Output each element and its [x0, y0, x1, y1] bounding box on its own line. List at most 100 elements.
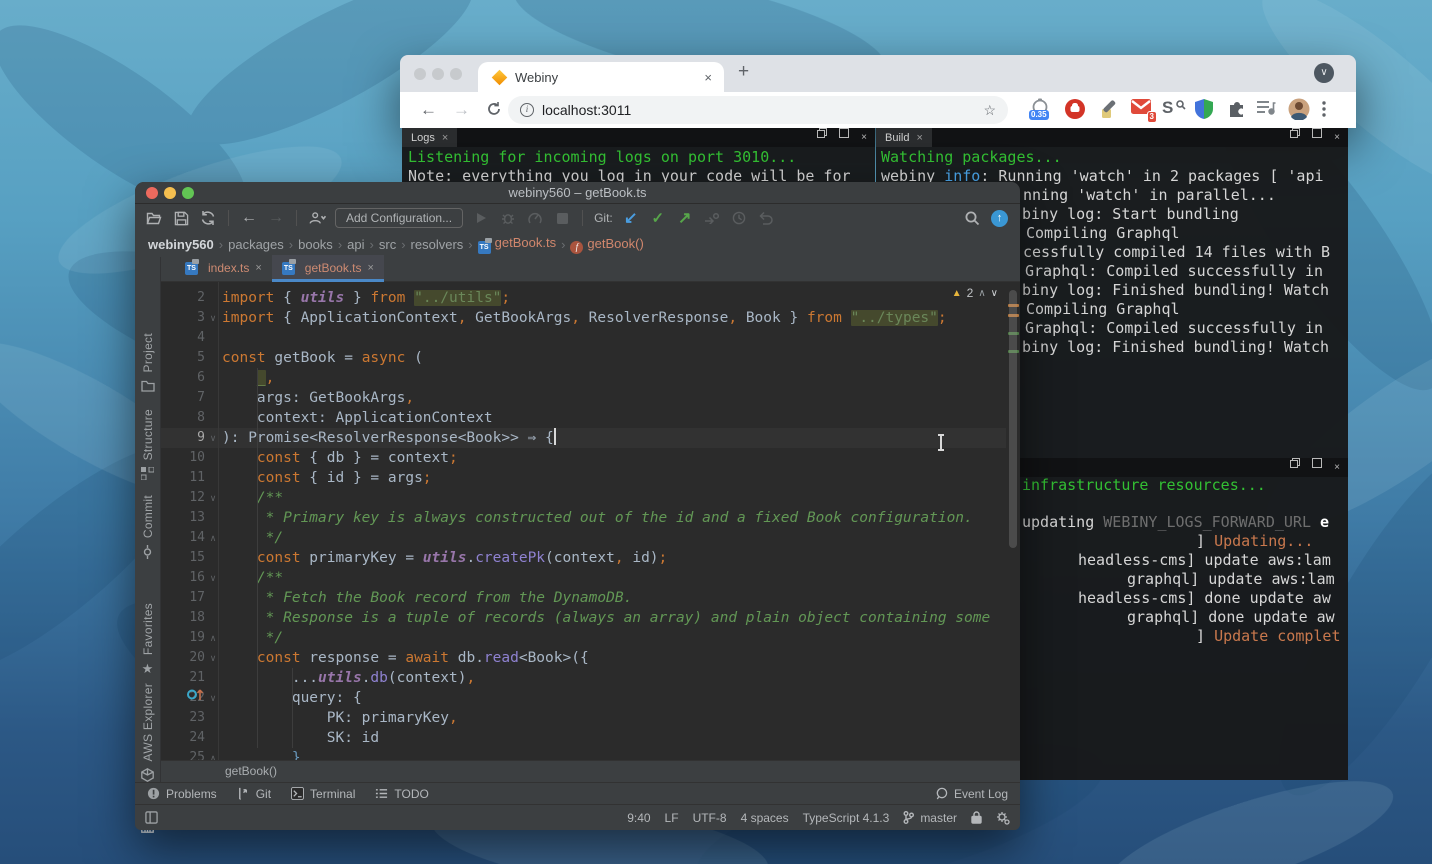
gutter-line-number[interactable]: 12 — [161, 488, 205, 508]
cherry-pick-icon[interactable] — [703, 209, 721, 227]
status-item[interactable]: 4 spaces — [741, 811, 789, 825]
fold-marker-icon[interactable]: ∨ — [205, 648, 221, 668]
breadcrumb-item[interactable]: packages — [228, 237, 284, 252]
toolwindow-event-log[interactable]: Event Log — [935, 787, 1008, 801]
breadcrumb-item[interactable]: resolvers — [411, 237, 464, 252]
fold-marker-icon[interactable]: ∧ — [205, 628, 221, 648]
git-update-icon[interactable]: ↙ — [622, 209, 640, 227]
browser-minimize-button[interactable] — [432, 68, 444, 80]
rollback-icon[interactable] — [757, 209, 775, 227]
address-bar[interactable]: i localhost:3011 ☆ — [508, 96, 1008, 124]
toolwindow-problems[interactable]: Problems — [147, 787, 217, 801]
tab-close-icon[interactable]: × — [255, 262, 261, 274]
adblock-extension-icon[interactable] — [1064, 98, 1088, 122]
editor[interactable]: 23∨456789∨101112∨1314∧1516∨171819∧20∨212… — [161, 282, 1020, 760]
stop-icon[interactable] — [553, 209, 571, 227]
fold-marker-icon[interactable]: ∨ — [205, 568, 221, 588]
session-extension-icon[interactable]: S — [1162, 98, 1186, 122]
sidebar-item-project[interactable]: Project — [135, 333, 160, 393]
gutter-line-number[interactable]: 7 — [161, 388, 205, 408]
forward-button[interactable]: → — [453, 100, 470, 120]
maximize-icon[interactable] — [1312, 128, 1322, 147]
breadcrumb-file[interactable]: TSgetBook.ts — [478, 235, 556, 254]
navigate-back-icon[interactable]: ← — [240, 209, 258, 227]
gutter-line-number[interactable]: 16 — [161, 568, 205, 588]
search-everywhere-icon[interactable] — [963, 209, 981, 227]
site-info-icon[interactable]: i — [520, 103, 534, 117]
browser-zoom-button[interactable] — [450, 68, 462, 80]
status-item[interactable]: UTF-8 — [693, 811, 727, 825]
run-icon[interactable] — [472, 209, 490, 227]
restore-icon[interactable] — [817, 128, 827, 147]
ide-update-notification-icon[interactable]: ↑ — [991, 210, 1008, 227]
gutter-line-number[interactable]: 3 — [161, 308, 205, 328]
breadcrumb-item[interactable]: src — [379, 237, 396, 252]
shield-extension-icon[interactable] — [1194, 98, 1218, 122]
browser-close-button[interactable] — [414, 68, 426, 80]
gutter-line-number[interactable]: 9 — [161, 428, 205, 448]
history-icon[interactable] — [730, 209, 748, 227]
gutter-line-number[interactable]: 6 — [161, 368, 205, 388]
gutter-line-number[interactable]: 11 — [161, 468, 205, 488]
gutter-line-number[interactable]: 13 — [161, 508, 205, 528]
toolwindow-git[interactable]: Git — [237, 787, 271, 801]
tab-close-icon[interactable]: × — [442, 132, 448, 144]
close-icon[interactable]: × — [861, 128, 867, 147]
sidebar-item-favorites[interactable]: Favorites★ — [135, 603, 160, 676]
editor-tab-getBook-ts[interactable]: TSgetBook.ts× — [272, 255, 384, 281]
browser-tab-webiny[interactable]: Webiny × — [478, 62, 724, 92]
breadcrumb-item[interactable]: webiny560 — [148, 237, 214, 252]
fold-marker-icon[interactable]: ∧ — [205, 748, 221, 760]
gutter-line-number[interactable]: 19 — [161, 628, 205, 648]
profiler-icon[interactable] — [526, 209, 544, 227]
sidebar-item-aws-explorer[interactable]: AWS Explorer — [135, 683, 160, 783]
prev-issue-icon[interactable]: ∧ — [978, 288, 985, 299]
breadcrumb-symbol[interactable]: fgetBook() — [570, 236, 643, 254]
fold-marker-icon[interactable]: ∧ — [205, 528, 221, 548]
tab-close-icon[interactable]: × — [702, 70, 714, 85]
editor-bottom-breadcrumb[interactable]: getBook() — [161, 760, 1020, 782]
git-commit-icon[interactable]: ✓ — [649, 209, 667, 227]
terminal-tab-logs[interactable]: Logs× — [402, 128, 457, 147]
editor-scrollbar[interactable] — [1009, 290, 1017, 548]
gutter-line-number[interactable]: 2 — [161, 288, 205, 308]
user-settings-icon[interactable] — [308, 209, 326, 227]
timer-extension-icon[interactable]: 0.35 — [1030, 98, 1054, 122]
browser-menu-icon[interactable] — [1322, 101, 1346, 125]
open-folder-icon[interactable] — [145, 209, 163, 227]
toolwindow-terminal[interactable]: Terminal — [291, 787, 355, 801]
gutter-line-number[interactable]: 15 — [161, 548, 205, 568]
gutter-line-number[interactable]: 20 — [161, 648, 205, 668]
fold-marker-icon[interactable]: ∨ — [205, 488, 221, 508]
gutter-line-number[interactable]: 5 — [161, 348, 205, 368]
terminal-tab-build[interactable]: Build× — [876, 128, 932, 147]
toolwindow-todo[interactable]: TODO — [375, 787, 428, 801]
settings-gear-icon[interactable] — [996, 811, 1010, 825]
gutter-line-number[interactable]: 25 — [161, 748, 205, 760]
puzzle-extension-icon[interactable] — [1226, 98, 1250, 122]
close-icon[interactable]: × — [1334, 458, 1340, 477]
gutter-line-number[interactable]: 14 — [161, 528, 205, 548]
reload-button[interactable] — [486, 101, 502, 117]
fold-marker-icon[interactable]: ∨ — [205, 688, 221, 708]
tab-close-icon[interactable]: × — [368, 262, 374, 274]
tab-close-icon[interactable]: × — [916, 132, 922, 144]
status-item[interactable]: TypeScript 4.1.3 — [803, 811, 890, 825]
fold-marker-icon[interactable]: ∨ — [205, 308, 221, 328]
colorpicker-extension-icon[interactable] — [1098, 98, 1122, 122]
sync-icon[interactable] — [199, 209, 217, 227]
breadcrumb-item[interactable]: books — [298, 237, 333, 252]
restore-icon[interactable] — [1290, 128, 1300, 147]
gutter-run-marker-icon[interactable] — [187, 688, 205, 701]
fold-marker-icon[interactable]: ∨ — [205, 428, 221, 448]
gutter-line-number[interactable]: 4 — [161, 328, 205, 348]
inspection-widget[interactable]: ▲ 2 ∧ ∨ — [952, 286, 998, 300]
next-issue-icon[interactable]: ∨ — [991, 288, 998, 299]
back-button[interactable]: ← — [420, 100, 437, 120]
close-icon[interactable]: × — [1334, 128, 1340, 147]
gutter-line-number[interactable]: 24 — [161, 728, 205, 748]
add-configuration-button[interactable]: Add Configuration... — [335, 208, 463, 228]
maximize-icon[interactable] — [839, 128, 849, 147]
bookmark-star-icon[interactable]: ☆ — [983, 102, 996, 119]
debug-icon[interactable] — [499, 209, 517, 227]
